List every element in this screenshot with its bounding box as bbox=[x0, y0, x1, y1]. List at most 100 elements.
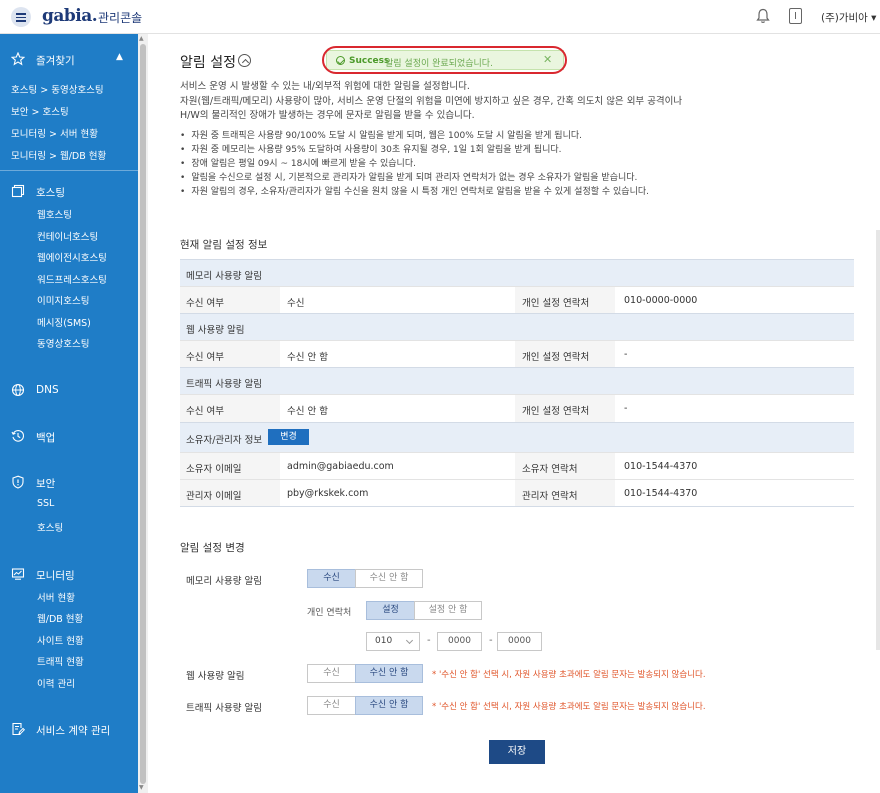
toast-message: 알림 설정이 완료되었습니다. bbox=[385, 59, 493, 69]
memory-alert-header: 메모리 사용량 알림 bbox=[186, 271, 262, 282]
favorite-link[interactable]: 모니터링 > 웹/DB 현황 bbox=[11, 148, 106, 162]
owner-phone-label: 소유자 연락처 bbox=[522, 464, 578, 475]
phone-prefix-select[interactable]: 010 bbox=[366, 632, 420, 651]
hamburger-menu-icon[interactable] bbox=[11, 7, 31, 27]
current-settings-title: 현재 알림 설정 정보 bbox=[180, 239, 268, 251]
monitor-chart-icon bbox=[11, 568, 25, 580]
traffic-alert-header: 트래픽 사용량 알림 bbox=[186, 379, 262, 390]
owner-row: 소유자 이메일 admin@gabiaedu.com 소유자 연락처 010-1… bbox=[180, 452, 854, 479]
admin-phone-label: 관리자 연락처 bbox=[522, 491, 578, 502]
shield-icon bbox=[12, 475, 24, 489]
receive-label: 수신 여부 bbox=[186, 352, 224, 363]
web-receive-off-button[interactable]: 수신 안 함 bbox=[355, 664, 423, 683]
gabia-logo[interactable]: gabia. bbox=[42, 6, 98, 26]
memory-receive-on-button[interactable]: 수신 bbox=[307, 569, 356, 588]
web-alert-header-row: 웹 사용량 알림 bbox=[180, 313, 854, 340]
backup-clock-icon bbox=[11, 430, 25, 442]
owner-email-label: 소유자 이메일 bbox=[186, 464, 242, 475]
hosting-icon bbox=[11, 184, 25, 198]
traffic-receive-off-button[interactable]: 수신 안 함 bbox=[355, 696, 423, 715]
personal-contact-set-button[interactable]: 설정 bbox=[366, 601, 415, 620]
phone-separator: - bbox=[489, 635, 493, 646]
document-info-icon[interactable] bbox=[789, 8, 802, 24]
admin-row: 관리자 이메일 pby@rkskek.com 관리자 연락처 010-1544-… bbox=[180, 479, 854, 506]
sidebar-contract-label: 서비스 계약 관리 bbox=[36, 725, 111, 737]
sidebar-hosting-label: 호스팅 bbox=[36, 187, 65, 199]
notice-bullet: 알림을 수신으로 설정 시, 기본적으로 관리자가 알림을 받게 되며 관리자 … bbox=[180, 170, 637, 183]
phone-last-input[interactable]: 0000 bbox=[497, 632, 542, 651]
sidebar-item-server-status[interactable]: 서버 현황 bbox=[37, 590, 75, 604]
sidebar-item-web-hosting[interactable]: 웹호스팅 bbox=[37, 207, 72, 221]
admin-email-value: pby@rkskek.com bbox=[287, 488, 369, 499]
notice-bullet: 장애 알림은 평일 09시 ~ 18시에 빠르게 받을 수 있습니다. bbox=[180, 156, 416, 169]
traffic-alert-header-row: 트래픽 사용량 알림 bbox=[180, 367, 854, 394]
traffic-alert-row: 수신 여부 수신 안 함 개인 설정 연락처 - bbox=[180, 394, 854, 422]
sidebar-item-agency-hosting[interactable]: 웹에이전시호스팅 bbox=[37, 250, 107, 264]
table-bottom-border bbox=[180, 506, 854, 507]
description-line: H/W의 물리적인 장애가 발생하는 경우에 문자로 알림을 받을 수 있습니다… bbox=[180, 110, 475, 121]
toast-status: Success bbox=[349, 56, 390, 66]
notice-bullet: 자원 알림의 경우, 소유자/관리자가 알림 수신을 원치 않을 시 특정 개인… bbox=[180, 184, 649, 197]
description-line: 서비스 운영 시 발생할 수 있는 내/외부적 위험에 대한 알림을 설정합니다… bbox=[180, 81, 470, 92]
bell-icon[interactable] bbox=[756, 8, 770, 24]
sidebar-item-container-hosting[interactable]: 컨테이너호스팅 bbox=[37, 229, 98, 243]
traffic-contact-value: - bbox=[624, 403, 628, 414]
sidebar-item-ssl[interactable]: SSL bbox=[37, 498, 54, 509]
traffic-receive-on-button[interactable]: 수신 bbox=[307, 696, 356, 715]
contact-label: 개인 설정 연락처 bbox=[522, 352, 590, 363]
sidebar-scrollbar-thumb[interactable] bbox=[140, 44, 146, 784]
favorite-link[interactable]: 호스팅 > 동영상호스팅 bbox=[11, 82, 104, 96]
sidebar-item-history[interactable]: 이력 관리 bbox=[37, 676, 75, 690]
memory-form-label: 메모리 사용량 알림 bbox=[186, 576, 262, 587]
change-owner-button[interactable]: 변경 bbox=[268, 429, 309, 445]
favorite-link[interactable]: 모니터링 > 서버 현황 bbox=[11, 126, 98, 140]
memory-alert-header-row: 메모리 사용량 알림 bbox=[180, 259, 854, 286]
sidebar-item-wordpress-hosting[interactable]: 워드프레스호스팅 bbox=[37, 272, 107, 286]
sidebar-favorites-label: 즐겨찾기 bbox=[36, 55, 75, 67]
user-account-menu[interactable]: (주)가비아 ▾ bbox=[821, 10, 876, 25]
page-title: 알림 설정 bbox=[180, 55, 236, 71]
sidebar-item-image-hosting[interactable]: 이미지호스팅 bbox=[37, 293, 89, 307]
sidebar-item-security-hosting[interactable]: 호스팅 bbox=[37, 520, 63, 534]
scroll-down-arrow-icon[interactable]: ▼ bbox=[139, 784, 144, 791]
description-line: 자원(웹/트래픽/메모리) 사용량이 많아, 서비스 운영 단절의 위험을 미연… bbox=[180, 96, 683, 107]
sidebar-item-sms[interactable]: 메시징(SMS) bbox=[37, 315, 91, 329]
sidebar-item-video-hosting[interactable]: 동영상호스팅 bbox=[37, 336, 89, 350]
notice-bullet: 자원 중 메모리는 사용량 95% 도달하여 사용량이 30초 유지될 경우, … bbox=[180, 142, 561, 155]
top-bar: gabia. 관리콘솔 (주)가비아 ▾ bbox=[0, 0, 880, 34]
memory-receive-off-button[interactable]: 수신 안 함 bbox=[355, 569, 423, 588]
web-alert-row: 수신 여부 수신 안 함 개인 설정 연락처 - bbox=[180, 340, 854, 367]
collapse-chevron-icon[interactable] bbox=[238, 54, 251, 67]
traffic-warning-text: * '수신 안 함' 선택 시, 자원 사용량 초과에도 알림 문자는 발송되지… bbox=[432, 702, 706, 712]
main-scrollbar[interactable] bbox=[876, 230, 880, 650]
personal-contact-unset-button[interactable]: 설정 안 함 bbox=[414, 601, 482, 620]
phone-separator: - bbox=[427, 635, 431, 646]
phone-middle-input[interactable]: 0000 bbox=[437, 632, 482, 651]
memory-receive-value: 수신 bbox=[287, 298, 305, 309]
memory-contact-value: 010-0000-0000 bbox=[624, 295, 698, 306]
admin-email-label: 관리자 이메일 bbox=[186, 491, 242, 502]
sidebar-item-webdb-status[interactable]: 웹/DB 현황 bbox=[37, 611, 83, 625]
star-icon bbox=[11, 52, 25, 66]
favorite-link[interactable]: 보안 > 호스팅 bbox=[11, 104, 69, 118]
admin-phone-value: 010-1544-4370 bbox=[624, 488, 698, 499]
save-button[interactable]: 저장 bbox=[489, 740, 545, 764]
receive-label: 수신 여부 bbox=[186, 298, 224, 309]
sidebar-dns-label: DNS bbox=[36, 384, 59, 396]
notice-bullet: 자원 중 트래픽은 사용량 90/100% 도달 시 알림을 받게 되며, 웹은… bbox=[180, 128, 582, 141]
contact-label: 개인 설정 연락처 bbox=[522, 406, 590, 417]
sidebar-item-traffic-status[interactable]: 트래픽 현황 bbox=[37, 654, 84, 668]
sidebar-item-site-status[interactable]: 사이트 현황 bbox=[37, 633, 84, 647]
sidebar-divider bbox=[0, 170, 138, 171]
web-receive-value: 수신 안 함 bbox=[287, 352, 328, 363]
close-icon[interactable]: ✕ bbox=[543, 53, 552, 66]
contact-label: 개인 설정 연락처 bbox=[522, 298, 590, 309]
chevron-up-icon[interactable]: ▲ bbox=[116, 52, 123, 62]
scroll-up-arrow-icon[interactable]: ▲ bbox=[139, 35, 144, 42]
web-receive-on-button[interactable]: 수신 bbox=[307, 664, 356, 683]
change-settings-title: 알림 설정 변경 bbox=[180, 542, 245, 554]
web-warning-text: * '수신 안 함' 선택 시, 자원 사용량 초과에도 알림 문자는 발송되지… bbox=[432, 670, 706, 680]
owner-phone-value: 010-1544-4370 bbox=[624, 461, 698, 472]
receive-label: 수신 여부 bbox=[186, 406, 224, 417]
personal-contact-label: 개인 연락처 bbox=[307, 608, 352, 618]
